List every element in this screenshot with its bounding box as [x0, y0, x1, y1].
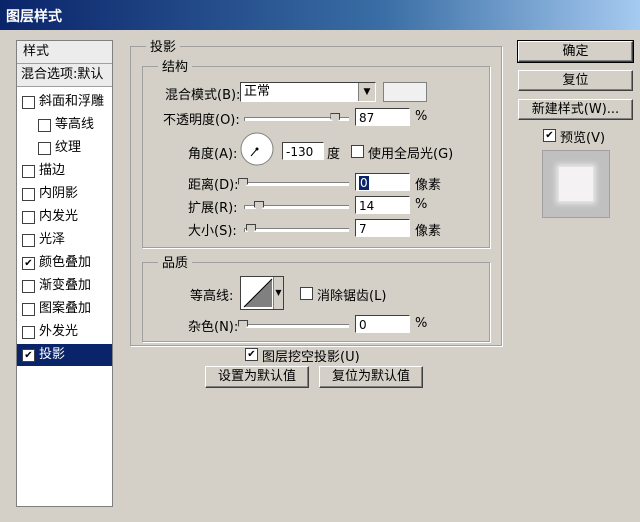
style-item-label: 等高线 [55, 117, 95, 132]
style-item-drop-shadow[interactable]: ✔ 投影 [17, 344, 112, 366]
reset-default-button[interactable]: 复位为默认值 [319, 366, 423, 388]
angle-dial-icon[interactable] [239, 131, 275, 167]
chevron-down-icon[interactable]: ▼ [358, 83, 375, 101]
style-list-header[interactable]: 样式 [17, 41, 112, 64]
contour-checkbox[interactable] [38, 119, 51, 132]
knockout-checkbox[interactable]: ✔ [245, 348, 258, 361]
blend-options-label: 混合选项:默认 [21, 67, 104, 82]
style-item-label: 斜面和浮雕 [39, 94, 105, 109]
title-bar: 图层样式 [0, 0, 640, 30]
style-item-label: 描边 [39, 163, 66, 178]
distance-slider-track[interactable] [244, 182, 349, 186]
style-item-bevel[interactable]: 斜面和浮雕 [17, 91, 112, 113]
style-item-satin[interactable]: 光泽 [17, 229, 112, 251]
size-input[interactable]: 7 [355, 219, 410, 237]
global-light-checkbox[interactable] [351, 145, 364, 158]
style-item-outer-glow[interactable]: 外发光 [17, 321, 112, 343]
outer-glow-checkbox[interactable] [22, 326, 35, 339]
blend-options-item[interactable]: 混合选项:默认 [17, 64, 112, 87]
structure-title: 结构 [158, 56, 193, 75]
window-title: 图层样式 [6, 9, 62, 25]
style-item-label: 投影 [39, 347, 66, 362]
style-item-label: 内发光 [39, 209, 79, 224]
spread-unit: % [415, 197, 428, 212]
style-item-label: 图案叠加 [39, 301, 92, 316]
knockout-label: 图层挖空投影(U) [262, 350, 360, 365]
distance-label: 距离(D): [188, 178, 239, 193]
preview-swatch [542, 150, 610, 218]
style-item-gradient-overlay[interactable]: 渐变叠加 [17, 275, 112, 297]
make-default-button[interactable]: 设置为默认值 [205, 366, 309, 388]
opacity-label: 不透明度(O): [163, 113, 240, 128]
style-item-label: 渐变叠加 [39, 278, 92, 293]
ok-button[interactable]: 确定 [517, 40, 634, 63]
angle-label: 角度(A): [188, 147, 238, 162]
preview-checkbox[interactable]: ✔ [543, 129, 556, 142]
style-item-label: 颜色叠加 [39, 255, 92, 270]
distance-value: 0 [359, 176, 369, 190]
color-overlay-checkbox[interactable]: ✔ [22, 257, 35, 270]
style-list-header-label: 样式 [23, 44, 50, 59]
satin-checkbox[interactable] [22, 234, 35, 247]
bevel-checkbox[interactable] [22, 96, 35, 109]
size-slider-track[interactable] [244, 228, 349, 232]
angle-unit: 度 [327, 147, 341, 162]
style-item-contour[interactable]: 等高线 [17, 114, 112, 136]
preview-label: 预览(V) [560, 131, 606, 146]
pattern-overlay-checkbox[interactable] [22, 303, 35, 316]
drop-shadow-title: 投影 [146, 36, 181, 55]
blend-mode-label: 混合模式(B): [165, 88, 241, 103]
style-item-label: 纹理 [55, 140, 82, 155]
angle-input[interactable]: -130 [282, 142, 324, 160]
distance-input[interactable]: 0 [355, 173, 410, 191]
size-label: 大小(S): [188, 224, 237, 239]
size-unit: 像素 [415, 224, 442, 239]
style-item-texture[interactable]: 纹理 [17, 137, 112, 159]
chevron-down-icon[interactable]: ▼ [273, 277, 283, 309]
style-item-inner-glow[interactable]: 内发光 [17, 206, 112, 228]
contour-label: 等高线: [190, 289, 234, 304]
global-light-label: 使用全局光(G) [368, 147, 454, 162]
texture-checkbox[interactable] [38, 142, 51, 155]
reset-button[interactable]: 复位 [518, 70, 633, 91]
antialias-label: 消除锯齿(L) [317, 289, 387, 304]
style-item-inner-shadow[interactable]: 内阴影 [17, 183, 112, 205]
style-item-stroke[interactable]: 描边 [17, 160, 112, 182]
new-style-button[interactable]: 新建样式(W)... [518, 99, 633, 120]
preview-sample [559, 167, 593, 201]
inner-shadow-checkbox[interactable] [22, 188, 35, 201]
drop-shadow-checkbox[interactable]: ✔ [22, 349, 35, 362]
noise-label: 杂色(N): [188, 320, 239, 335]
quality-title: 品质 [158, 252, 193, 271]
inner-glow-checkbox[interactable] [22, 211, 35, 224]
style-item-label: 光泽 [39, 232, 66, 247]
style-item-label: 内阴影 [39, 186, 79, 201]
contour-preview-icon [243, 278, 273, 308]
antialias-checkbox[interactable] [300, 287, 313, 300]
spread-input[interactable]: 14 [355, 196, 410, 214]
noise-unit: % [415, 316, 428, 331]
distance-unit: 像素 [415, 178, 442, 193]
opacity-unit: % [415, 109, 428, 124]
contour-picker[interactable]: ▼ [240, 276, 284, 310]
blend-mode-value: 正常 [244, 84, 271, 99]
noise-slider-track[interactable] [244, 324, 349, 328]
stroke-checkbox[interactable] [22, 165, 35, 178]
blend-mode-select[interactable]: 正常 ▼ [240, 82, 376, 102]
spread-label: 扩展(R): [188, 201, 238, 216]
noise-input[interactable]: 0 [355, 315, 410, 333]
gradient-overlay-checkbox[interactable] [22, 280, 35, 293]
style-item-label: 外发光 [39, 324, 79, 339]
style-item-color-overlay[interactable]: ✔ 颜色叠加 [17, 252, 112, 274]
shadow-color-swatch[interactable] [383, 82, 427, 102]
style-item-pattern-overlay[interactable]: 图案叠加 [17, 298, 112, 320]
style-list: 样式 混合选项:默认 斜面和浮雕 等高线 纹理 描边 内阴影 内发光 光泽 ✔ … [16, 40, 113, 507]
opacity-input[interactable]: 87 [355, 108, 410, 126]
